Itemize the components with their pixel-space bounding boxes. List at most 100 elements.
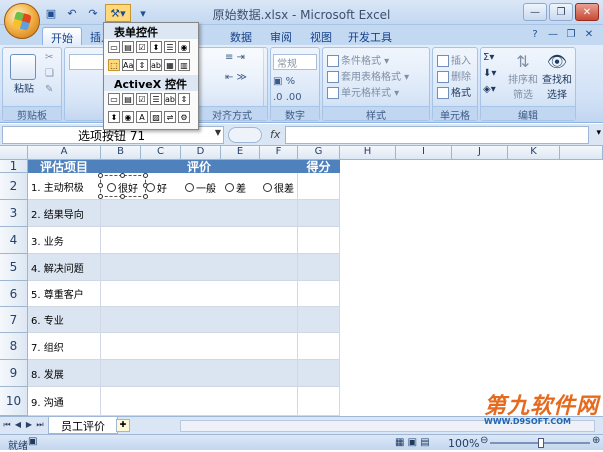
paste-button[interactable]: 粘贴 [9, 54, 39, 95]
wrap-icon[interactable]: ≡ ⇥ [225, 52, 245, 63]
item-cell[interactable]: 4. 解决问题 [28, 254, 101, 281]
sheet-tab-employee-review[interactable]: 员工评价 [48, 417, 118, 434]
activex-toggle-icon[interactable]: ⇌ [164, 111, 176, 123]
autosum-icon[interactable]: Σ▾ [483, 52, 494, 63]
column-header-more[interactable] [560, 146, 603, 160]
font-name-combo[interactable] [69, 54, 105, 70]
activex-textbox-icon[interactable]: ab [164, 93, 176, 105]
group-box-control-icon[interactable]: ⬚ [108, 59, 120, 71]
more-controls-icon[interactable]: ⚙ [178, 111, 190, 123]
header-cell-score[interactable]: 得分 [298, 160, 340, 174]
clear-icon[interactable]: ◈▾ [483, 84, 496, 95]
option-button-poor[interactable]: 差 [225, 180, 246, 195]
item-cell[interactable]: 6. 专业 [28, 307, 101, 333]
activex-scroll-icon[interactable]: ⇕ [178, 93, 190, 105]
item-cell[interactable]: 5. 尊重客户 [28, 281, 101, 307]
evaluation-cell[interactable] [101, 281, 298, 307]
formula-input[interactable] [285, 126, 589, 144]
ribbon-close-icon[interactable]: ✕ [581, 29, 597, 43]
list-box-control-icon[interactable]: ☰ [164, 41, 176, 53]
help-icon[interactable]: ? [527, 29, 543, 43]
decimal-icon[interactable]: .0 .00 [273, 92, 302, 103]
evaluation-cell[interactable] [101, 333, 298, 360]
zoom-in-icon[interactable]: ⊕ [592, 435, 600, 446]
activex-list-icon[interactable]: ☰ [150, 93, 162, 105]
spinner-control-icon[interactable]: ⬍ [150, 41, 162, 53]
fill-icon[interactable]: ⬇▾ [483, 68, 496, 79]
combo-dropdown-control-icon[interactable]: ▥ [178, 59, 190, 71]
tab-review[interactable]: 审阅 [262, 27, 300, 45]
activex-button-icon[interactable]: ▭ [108, 93, 120, 105]
row-header-7[interactable]: 7 [0, 307, 28, 333]
close-button[interactable]: ✕ [575, 3, 599, 21]
evaluation-cell[interactable] [101, 360, 298, 387]
resize-handle[interactable] [143, 173, 148, 178]
column-header-f[interactable]: F [260, 146, 298, 160]
insert-cells-button[interactable]: 插入 [437, 52, 471, 67]
button-control-icon[interactable]: ▭ [108, 41, 120, 53]
last-sheet-icon[interactable]: ⏭ [35, 420, 45, 431]
first-sheet-icon[interactable]: ⏮ [2, 420, 12, 431]
row-header-9[interactable]: 9 [0, 360, 28, 387]
combo-box-control-icon[interactable]: ▤ [122, 41, 134, 53]
delete-cells-button[interactable]: 删除 [437, 68, 471, 83]
item-cell[interactable]: 3. 业务 [28, 227, 101, 254]
column-header-e[interactable]: E [221, 146, 260, 160]
score-cell[interactable] [298, 360, 340, 387]
option-button-good[interactable]: 好 [146, 180, 167, 195]
option-button-control-icon[interactable]: ◉ [178, 41, 190, 53]
column-header-i[interactable]: I [396, 146, 452, 160]
checkbox-control-icon[interactable]: ☑ [136, 41, 148, 53]
column-header-j[interactable]: J [452, 146, 508, 160]
tab-view[interactable]: 视图 [302, 27, 340, 45]
select-all-corner[interactable] [0, 146, 28, 160]
option-button-very-good[interactable]: 很好 [107, 180, 138, 195]
header-cell-item[interactable]: 评估项目 [28, 160, 101, 174]
table-format-button[interactable]: 套用表格格式 ▾ [327, 68, 409, 83]
expand-formula-icon[interactable]: ▾ [596, 128, 601, 138]
cell-style-button[interactable]: 单元格样式 ▾ [327, 84, 399, 99]
row-header-2[interactable]: 2 [0, 173, 28, 200]
row-header-1[interactable]: 1 [0, 159, 28, 173]
activex-image-icon[interactable]: ▨ [150, 111, 162, 123]
resize-handle[interactable] [98, 183, 103, 188]
macro-record-icon[interactable]: ▣ [28, 436, 37, 447]
name-box-dropdown-icon[interactable]: ▼ [215, 128, 221, 137]
row-header-5[interactable]: 5 [0, 254, 28, 281]
column-header-h[interactable]: H [340, 146, 396, 160]
combo-list-control-icon[interactable]: ▦ [164, 59, 176, 71]
score-cell[interactable] [298, 227, 340, 254]
label-control-icon[interactable]: Aa [122, 59, 134, 71]
activex-checkbox-icon[interactable]: ☑ [136, 93, 148, 105]
activex-combo-icon[interactable]: ▤ [122, 93, 134, 105]
insert-sheet-icon[interactable]: ✚ [116, 419, 130, 432]
percent-icon[interactable]: ▣ % [273, 76, 295, 87]
text-field-control-icon[interactable]: ab [150, 59, 162, 71]
view-buttons[interactable]: ▦ ▣ ▤ [395, 437, 430, 448]
minimize-button[interactable]: — [523, 3, 547, 21]
ribbon-restore-icon[interactable]: ❐ [563, 29, 579, 43]
score-cell[interactable] [298, 173, 340, 200]
activex-option-icon[interactable]: ◉ [122, 111, 134, 123]
merge-icon[interactable]: ⇤ ≫ [225, 72, 247, 83]
item-cell[interactable]: 8. 发展 [28, 360, 101, 387]
office-button[interactable] [4, 3, 40, 39]
option-button-average[interactable]: 一般 [185, 180, 216, 195]
zoom-slider-knob[interactable] [538, 438, 544, 448]
evaluation-cell[interactable] [101, 200, 298, 227]
worksheet-grid[interactable]: A B C D E F G H I J K 1 2 3 4 5 6 7 8 9 … [0, 146, 603, 416]
find-select-button[interactable]: 👁 查找和 选择 [541, 52, 573, 101]
copy-icon[interactable]: ❏ [45, 68, 54, 79]
scroll-bar-control-icon[interactable]: ⇕ [136, 59, 148, 71]
resize-handle[interactable] [98, 173, 103, 178]
restore-button[interactable]: ❐ [549, 3, 573, 21]
score-cell[interactable] [298, 307, 340, 333]
conditional-format-button[interactable]: 条件格式 ▾ [327, 52, 389, 67]
format-painter-icon[interactable]: ✎ [45, 84, 53, 95]
item-cell[interactable]: 7. 组织 [28, 333, 101, 360]
score-cell[interactable] [298, 387, 340, 416]
sort-filter-button[interactable]: ⇅ 排序和 筛选 [507, 52, 539, 101]
evaluation-cell[interactable] [101, 254, 298, 281]
tab-developer[interactable]: 开发工具 [340, 27, 400, 45]
insert-function-icon[interactable]: fx [270, 128, 280, 141]
